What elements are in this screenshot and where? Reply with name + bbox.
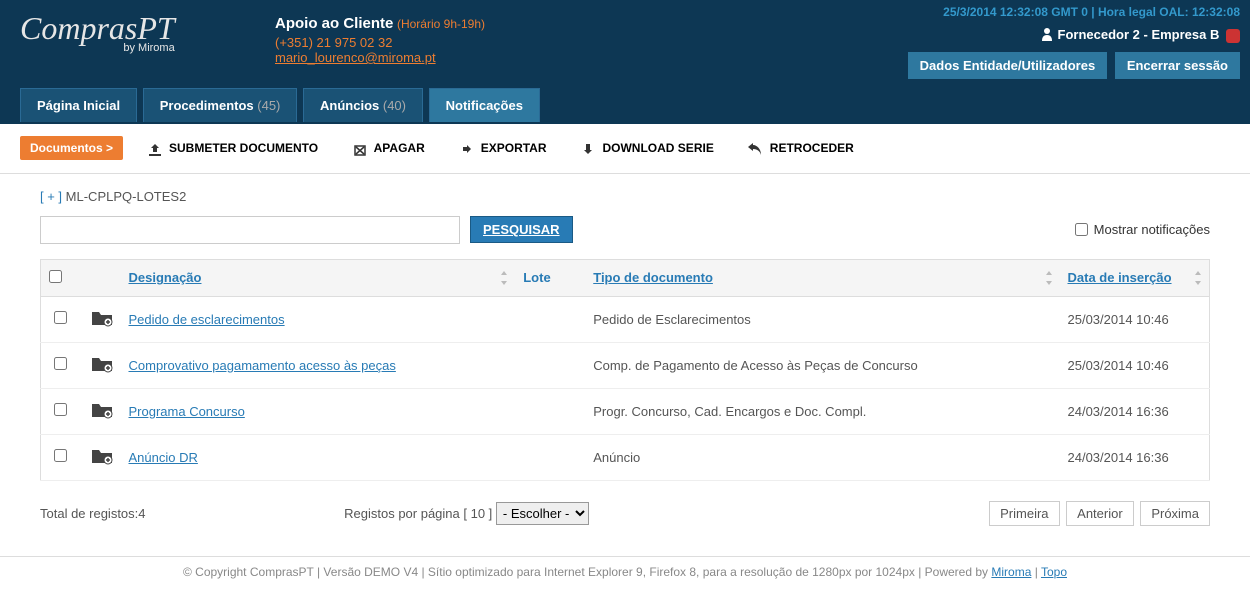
- per-page-control: Registos por página [ 10 ] - Escolher -: [344, 502, 589, 525]
- cell-tipo: Progr. Concurso, Cad. Encargos e Doc. Co…: [585, 388, 1059, 434]
- table-row: Programa Concurso Progr. Concurso, Cad. E…: [41, 388, 1210, 434]
- row-checkbox[interactable]: [54, 449, 67, 462]
- row-checkbox[interactable]: [54, 403, 67, 416]
- cell-data: 25/03/2014 10:46: [1060, 342, 1210, 388]
- header-datetime: 25/3/2014 12:32:08 GMT 0 | Hora legal OA…: [904, 5, 1240, 19]
- doc-link[interactable]: Programa Concurso: [129, 404, 245, 419]
- user-info: Fornecedor 2 - Empresa B: [904, 27, 1240, 44]
- topo-link[interactable]: Topo: [1041, 565, 1067, 579]
- show-notifications-checkbox[interactable]: [1075, 223, 1088, 236]
- breadcrumb-expand[interactable]: [ + ]: [40, 189, 62, 204]
- folder-add-icon[interactable]: [91, 355, 111, 371]
- doc-link[interactable]: Comprovativo pagamamento acesso às peças: [129, 358, 396, 373]
- support-phone: (+351) 21 975 02 32: [275, 35, 485, 50]
- tab-notificacoes[interactable]: Notificações: [429, 88, 540, 122]
- entity-users-button[interactable]: Dados Entidade/Utilizadores: [908, 52, 1108, 79]
- page-next-button[interactable]: Próxima: [1140, 501, 1210, 526]
- header-lote: Lote: [515, 259, 585, 296]
- user-icon: [1040, 27, 1054, 44]
- retroceder-button[interactable]: RETROCEDER: [737, 136, 863, 161]
- support-title: Apoio ao Cliente: [275, 15, 393, 32]
- page-prev-button[interactable]: Anterior: [1066, 501, 1134, 526]
- table-row: Pedido de esclarecimentos Pedido de Escla…: [41, 296, 1210, 342]
- select-all-checkbox[interactable]: [49, 270, 62, 283]
- upload-icon: [147, 142, 163, 156]
- header-data[interactable]: Data de inserção: [1060, 259, 1210, 296]
- cell-lote: [515, 342, 585, 388]
- miroma-link[interactable]: Miroma: [991, 565, 1031, 579]
- export-button[interactable]: EXPORTAR: [448, 136, 556, 161]
- header-tipo[interactable]: Tipo de documento: [585, 259, 1059, 296]
- documentos-button[interactable]: Documentos >: [20, 136, 123, 160]
- header-designacao[interactable]: Designação: [121, 259, 516, 296]
- sort-icon: [499, 271, 509, 285]
- search-button[interactable]: PESQUISAR: [470, 216, 573, 243]
- per-page-select[interactable]: - Escolher -: [496, 502, 589, 525]
- sort-icon: [1044, 271, 1054, 285]
- tab-anuncios[interactable]: Anúncios (40): [303, 88, 423, 122]
- row-checkbox[interactable]: [54, 311, 67, 324]
- cell-data: 24/03/2014 16:36: [1060, 434, 1210, 480]
- documents-table: Designação Lote Tipo de documento Data d…: [40, 259, 1210, 481]
- submit-document-button[interactable]: SUBMETER DOCUMENTO: [137, 136, 328, 161]
- row-checkbox[interactable]: [54, 357, 67, 370]
- support-hours: (Horário 9h-19h): [397, 17, 485, 31]
- nav-bar: Página Inicial Procedimentos (45) Anúnci…: [0, 88, 1250, 124]
- user-name: Fornecedor 2 - Empresa B: [1058, 27, 1220, 42]
- tab-procedimentos[interactable]: Procedimentos (45): [143, 88, 298, 122]
- export-icon: [458, 142, 474, 156]
- tab-home[interactable]: Página Inicial: [20, 88, 137, 122]
- search-input[interactable]: [40, 216, 460, 244]
- cell-lote: [515, 434, 585, 480]
- tab-anuncios-label: Anúncios: [320, 98, 379, 113]
- footer: © Copyright ComprasPT | Versão DEMO V4 |…: [0, 556, 1250, 594]
- back-icon: [747, 142, 763, 156]
- delete-icon: [352, 142, 368, 156]
- cell-tipo: Comp. de Pagamento de Acesso às Peças de…: [585, 342, 1059, 388]
- logo-area: ComprasPT by Miroma: [20, 10, 175, 54]
- header-icon: [81, 259, 121, 296]
- support-area: Apoio ao Cliente (Horário 9h-19h) (+351)…: [275, 15, 485, 65]
- delete-button[interactable]: APAGAR: [342, 136, 435, 161]
- total-records: Total de registos:4: [40, 506, 146, 521]
- folder-add-icon[interactable]: [91, 447, 111, 463]
- cell-tipo: Anúncio: [585, 434, 1059, 480]
- cell-lote: [515, 296, 585, 342]
- cell-data: 24/03/2014 16:36: [1060, 388, 1210, 434]
- support-email[interactable]: mario_lourenco@miroma.pt: [275, 50, 485, 65]
- sort-icon: [1193, 271, 1203, 285]
- download-icon: [580, 142, 596, 156]
- tab-procs-label: Procedimentos: [160, 98, 254, 113]
- logout-button[interactable]: Encerrar sessão: [1115, 52, 1240, 79]
- breadcrumb: [ + ] ML-CPLPQ-LOTES2: [40, 189, 1210, 204]
- folder-add-icon[interactable]: [91, 401, 111, 417]
- header-checkbox: [41, 259, 81, 296]
- tab-anuncios-count: (40): [383, 98, 406, 113]
- alert-icon[interactable]: [1226, 29, 1240, 43]
- breadcrumb-path: ML-CPLPQ-LOTES2: [66, 189, 187, 204]
- cell-lote: [515, 388, 585, 434]
- toolbar: Documentos > SUBMETER DOCUMENTO APAGAR E…: [0, 124, 1250, 174]
- download-series-button[interactable]: DOWNLOAD SERIE: [570, 136, 724, 161]
- page-first-button[interactable]: Primeira: [989, 501, 1059, 526]
- table-row: Comprovativo pagamamento acesso às peças…: [41, 342, 1210, 388]
- doc-link[interactable]: Pedido de esclarecimentos: [129, 312, 285, 327]
- cell-tipo: Pedido de Esclarecimentos: [585, 296, 1059, 342]
- show-notifications-label: Mostrar notificações: [1094, 222, 1210, 237]
- table-row: Anúncio DR Anúncio24/03/2014 16:36: [41, 434, 1210, 480]
- tab-procs-count: (45): [257, 98, 280, 113]
- cell-data: 25/03/2014 10:46: [1060, 296, 1210, 342]
- folder-add-icon[interactable]: [91, 309, 111, 325]
- doc-link[interactable]: Anúncio DR: [129, 450, 198, 465]
